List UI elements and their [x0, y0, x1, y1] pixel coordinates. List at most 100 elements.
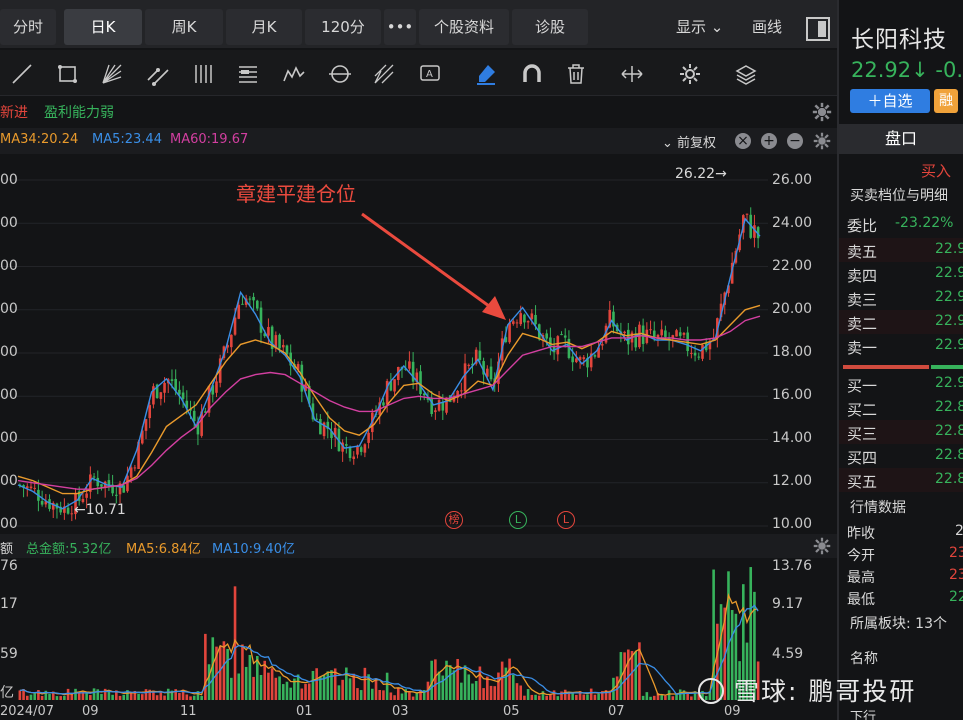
volume-bar	[660, 694, 663, 700]
volume-bar	[549, 694, 552, 700]
draw-line-button[interactable]: 画线	[752, 9, 782, 45]
candle-body	[441, 402, 445, 411]
close-icon[interactable]: ×	[735, 133, 751, 149]
adjust-dropdown[interactable]: ⌄ 前复权	[662, 132, 716, 151]
volume-bar	[374, 678, 378, 700]
zoom-in-icon[interactable]: +	[761, 133, 777, 149]
y-tick-left: 00	[0, 516, 18, 532]
text-tool-icon[interactable]: A	[418, 62, 442, 86]
resize-arrows-icon[interactable]	[620, 62, 644, 86]
volume-bar	[667, 690, 671, 700]
volume-bar	[341, 679, 344, 700]
sell-row: 卖五 22.9	[839, 238, 963, 262]
tag-weak-profit[interactable]: 盈利能力弱	[44, 102, 114, 122]
volume-bar	[140, 694, 144, 700]
zoom-out-icon[interactable]: −	[787, 133, 803, 149]
line-tool-icon[interactable]	[10, 62, 34, 86]
rank-badge[interactable]: 榜	[445, 511, 463, 529]
candle-body	[278, 334, 281, 349]
display-dropdown[interactable]: 显示 ⌄	[676, 9, 723, 45]
x-tick: 09	[82, 704, 99, 719]
snowball-logo-icon	[698, 678, 724, 704]
fibonacci-tool-icon[interactable]	[236, 62, 260, 86]
gear-icon[interactable]	[813, 537, 831, 555]
l-badge-red[interactable]: L	[557, 511, 575, 529]
buy-price: 22.8	[935, 399, 963, 415]
gann-tool-icon[interactable]	[372, 62, 396, 86]
panel-toggle-icon[interactable]	[806, 17, 830, 41]
tab-intraday[interactable]: 分时	[0, 9, 56, 45]
tab-120min[interactable]: 120分	[305, 9, 381, 45]
candle-body	[363, 444, 367, 453]
parallel-lines-icon[interactable]	[192, 62, 216, 86]
candle-body	[664, 330, 667, 337]
tab-monthly-k[interactable]: 月K	[226, 9, 302, 45]
tab-daily-k[interactable]: 日K	[64, 9, 142, 45]
quote-value: 23	[949, 545, 963, 561]
ellipse-tool-icon[interactable]	[328, 62, 352, 86]
candle-body	[697, 356, 701, 358]
margin-badge[interactable]: 融	[934, 89, 958, 113]
fan-tool-icon[interactable]	[100, 62, 124, 86]
magnet-icon[interactable]	[520, 62, 544, 86]
volume-bar	[356, 688, 359, 700]
sell-ratio-bar	[843, 365, 929, 369]
tag-new-entry[interactable]: 新进	[0, 102, 28, 122]
trash-icon[interactable]	[564, 62, 588, 86]
buy-row: 买一 22.9	[839, 372, 963, 396]
candle-body	[29, 486, 33, 489]
candle-body	[571, 356, 574, 363]
candle-body	[460, 390, 463, 392]
x-tick: 03	[392, 704, 409, 719]
volume-bar	[486, 676, 489, 700]
volume-bar	[597, 693, 600, 700]
kline-chart[interactable]: 26.00 24.00 22.00 20.00 18.00 16.00 14.0…	[0, 156, 838, 534]
volume-bar	[678, 689, 682, 700]
channel-tool-icon[interactable]	[146, 62, 170, 86]
volume-bar	[523, 695, 526, 700]
l-badge-green[interactable]: L	[509, 511, 527, 529]
tab-weekly-k[interactable]: 周K	[145, 9, 223, 45]
quote-data-title[interactable]: 行情数据	[850, 497, 906, 517]
highlighter-icon[interactable]	[474, 62, 498, 86]
y-tick-left: 00	[0, 172, 18, 188]
gear-icon[interactable]	[813, 132, 831, 150]
y-tick: 16.00	[772, 387, 813, 403]
gear-icon[interactable]	[812, 102, 832, 122]
layers-icon[interactable]	[734, 62, 758, 86]
buy-row: 买五 22.8	[839, 468, 963, 492]
volume-bar	[96, 689, 100, 700]
more-tabs-button[interactable]: •••	[384, 9, 416, 45]
volume-bar	[337, 685, 341, 700]
sector-label[interactable]: 所属板块: 13个	[850, 613, 947, 633]
volume-bar	[471, 683, 474, 700]
volume-bar	[100, 693, 103, 700]
tab-diagnose[interactable]: 诊股	[512, 9, 588, 45]
volume-bar	[40, 695, 44, 700]
rectangle-tool-icon[interactable]	[56, 62, 80, 86]
wave-tool-icon[interactable]	[282, 62, 306, 86]
candle-body	[701, 344, 704, 359]
orderbook-title[interactable]: 买卖档位与明细	[850, 185, 948, 205]
candle-body	[92, 476, 96, 478]
volume-bar	[163, 695, 166, 700]
candle-body	[530, 313, 534, 320]
tab-pankou[interactable]: 盘口	[839, 124, 963, 154]
tab-company-info[interactable]: 个股资料	[419, 9, 509, 45]
add-favorite-button[interactable]: ＋自选	[850, 89, 930, 113]
volume-bar	[200, 695, 203, 700]
buy-button[interactable]: 买入	[921, 160, 951, 181]
candle-body	[515, 322, 519, 324]
candle-body	[230, 334, 233, 348]
y-tick: 14.00	[772, 430, 813, 446]
sell-label: 卖四	[847, 267, 878, 285]
volume-bar	[248, 654, 252, 700]
volume-bar	[311, 670, 315, 700]
buy-label: 买三	[847, 425, 878, 443]
candle-body	[690, 352, 693, 354]
candle-body	[267, 326, 270, 336]
kline-svg[interactable]	[0, 156, 838, 534]
volume-bar	[55, 696, 59, 700]
gear-icon[interactable]	[678, 62, 702, 86]
quote-value: 2	[955, 523, 963, 539]
